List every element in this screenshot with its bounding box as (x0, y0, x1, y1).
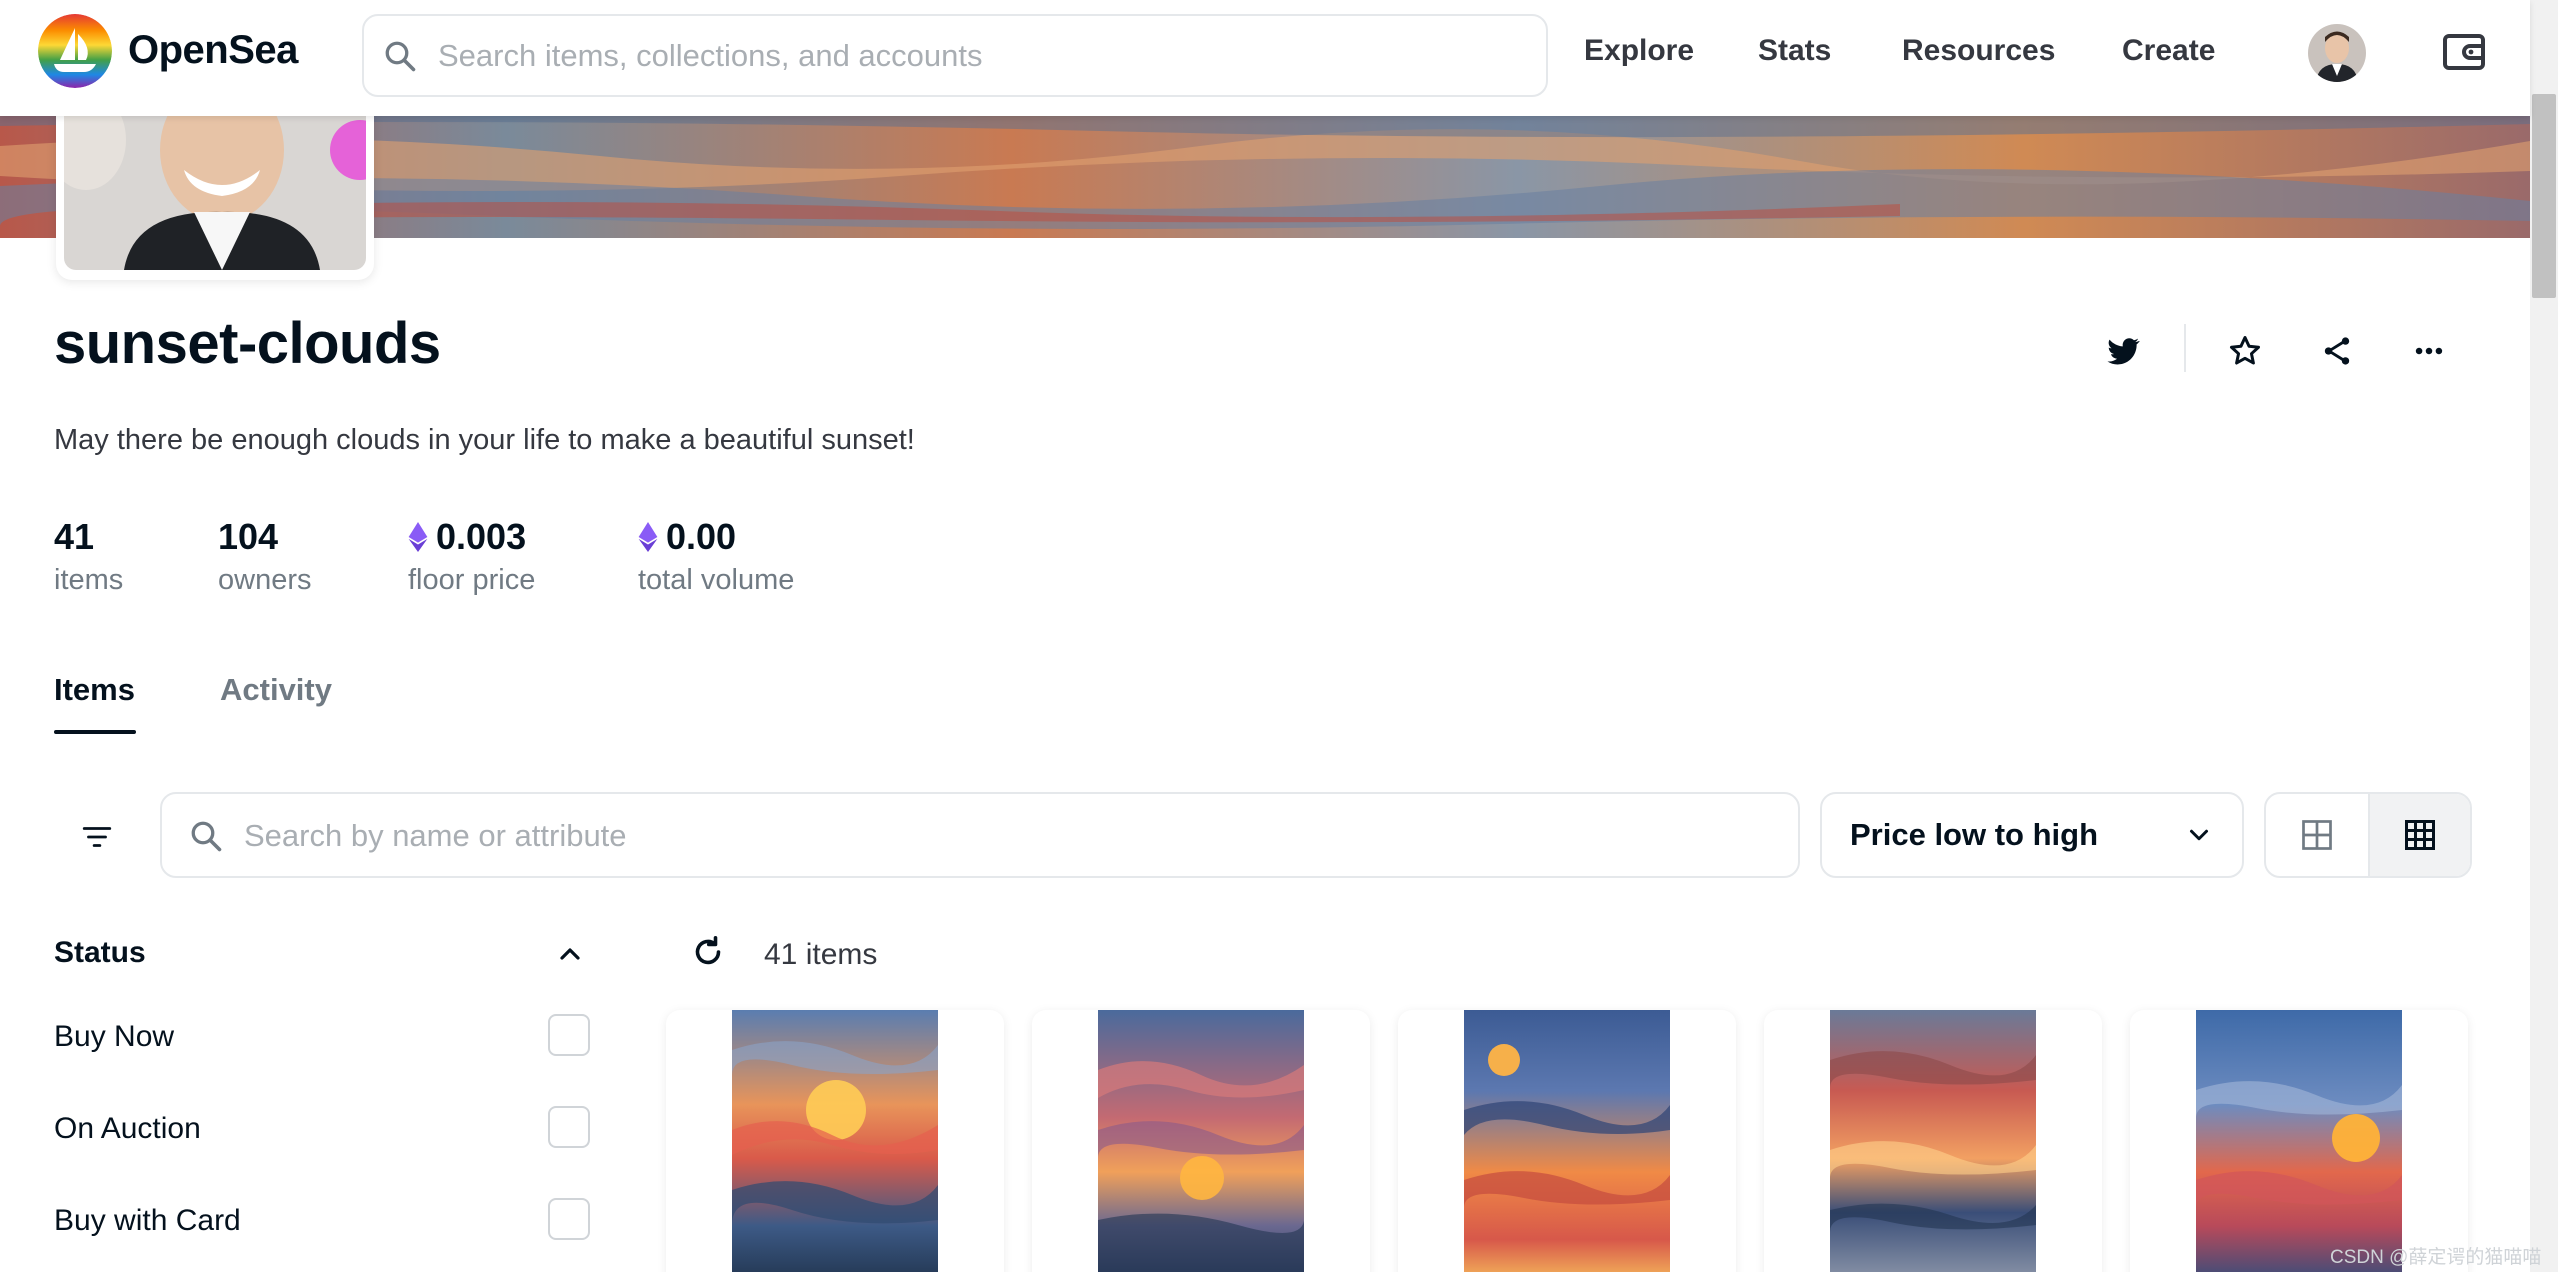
stat-total-volume-value: 0.00 (666, 516, 737, 557)
filter-toggle-button[interactable] (64, 808, 130, 866)
stat-total-volume: 0.00 total volume (638, 516, 794, 597)
tab-activity[interactable]: Activity (220, 672, 332, 708)
nft-card[interactable] (2130, 1010, 2468, 1272)
search-icon (191, 821, 222, 852)
sort-dropdown-label: Price low to high (1850, 817, 2099, 852)
results-count: 41 items (764, 938, 878, 971)
large-grid-icon (2302, 820, 2332, 850)
nft-image (732, 1010, 938, 1272)
nft-card[interactable] (1398, 1010, 1736, 1272)
stat-owners-label: owners (218, 564, 312, 596)
global-search[interactable] (362, 14, 1548, 97)
nav-stats[interactable]: Stats (1758, 34, 1831, 68)
stat-items: 41 items (54, 516, 123, 597)
wallet-icon[interactable] (2440, 28, 2488, 76)
nft-image (2196, 1010, 2402, 1272)
refresh-icon[interactable] (690, 934, 726, 975)
nft-image (1830, 1010, 2036, 1272)
item-search-input[interactable] (244, 808, 1764, 864)
top-nav: OpenSea Explore Stats Resources Create (0, 0, 2530, 116)
stat-floor-price-label: floor price (408, 564, 536, 596)
stat-floor-price: 0.003 floor price (408, 516, 535, 597)
nav-create[interactable]: Create (2122, 34, 2215, 68)
status-option-on-auction[interactable]: On Auction (54, 1112, 201, 1146)
nav-explore[interactable]: Explore (1584, 34, 1694, 68)
collection-banner (0, 116, 2530, 238)
eth-icon (638, 522, 658, 552)
stat-items-value: 41 (54, 516, 95, 557)
collection-profile-image (56, 100, 374, 280)
eth-icon (408, 522, 428, 552)
small-grid-icon (2405, 820, 2435, 850)
filter-icon (82, 827, 112, 847)
stat-floor-price-value: 0.003 (436, 516, 527, 557)
brand-name[interactable]: OpenSea (128, 28, 298, 73)
buy-with-card-checkbox[interactable] (548, 1198, 590, 1240)
tab-items[interactable]: Items (54, 672, 135, 708)
profile-avatar[interactable] (2308, 24, 2366, 82)
nft-image (1464, 1010, 1670, 1272)
search-icon (385, 41, 416, 72)
nav-resources[interactable]: Resources (1902, 34, 2055, 68)
nft-card[interactable] (666, 1010, 1004, 1272)
item-search[interactable] (160, 792, 1800, 878)
sort-dropdown[interactable]: Price low to high (1820, 792, 2244, 878)
buy-now-checkbox[interactable] (548, 1014, 590, 1056)
chevron-up-icon[interactable] (554, 938, 586, 975)
action-divider (2184, 324, 2186, 372)
star-icon[interactable] (2222, 328, 2268, 374)
large-grid-button[interactable] (2266, 794, 2368, 876)
status-filter-title[interactable]: Status (54, 936, 146, 970)
nft-image (1098, 1010, 1304, 1272)
chevron-down-icon (2190, 829, 2208, 841)
opensea-logo[interactable] (38, 14, 112, 88)
share-icon[interactable] (2314, 328, 2360, 374)
twitter-icon[interactable] (2100, 328, 2146, 374)
stat-owners: 104 owners (218, 516, 312, 597)
scrollbar-thumb[interactable] (2532, 94, 2556, 298)
nft-card[interactable] (1764, 1010, 2102, 1272)
nft-card[interactable] (1032, 1010, 1370, 1272)
collection-description: May there be enough clouds in your life … (54, 424, 915, 456)
stat-items-label: items (54, 564, 124, 596)
status-option-buy-now[interactable]: Buy Now (54, 1020, 174, 1054)
more-options-icon[interactable] (2406, 328, 2452, 374)
status-option-buy-with-card[interactable]: Buy with Card (54, 1204, 241, 1238)
stat-total-volume-label: total volume (638, 564, 795, 596)
collection-title: sunset-clouds (54, 311, 441, 376)
on-auction-checkbox[interactable] (548, 1106, 590, 1148)
watermark: CSDN @薛定谔的猫喵喵 (2330, 1247, 2542, 1268)
global-search-input[interactable] (438, 28, 1528, 84)
stat-owners-value: 104 (218, 516, 279, 557)
small-grid-button[interactable] (2368, 794, 2470, 876)
active-tab-indicator (54, 730, 136, 734)
grid-size-toggle (2264, 792, 2472, 878)
